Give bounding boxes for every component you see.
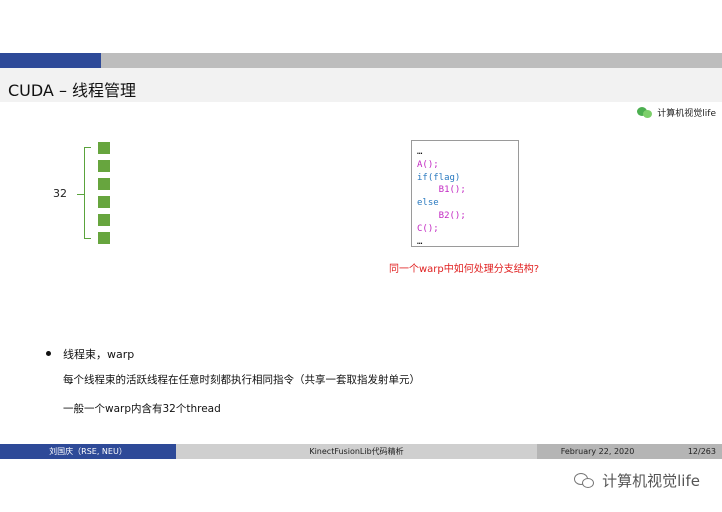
footer-title: KinectFusionLib代码精析 [176, 444, 537, 459]
thread-block [98, 142, 110, 154]
branch-question: 同一个warp中如何处理分支结构? [389, 264, 540, 275]
thread-block [98, 196, 110, 208]
code-line: C(); [417, 223, 439, 234]
brand-logo: 计算机视觉life [637, 106, 716, 119]
footer-date: February 22, 2020 [537, 444, 658, 459]
bullet-detail-1: 每个线程束的活跃线程在任意时刻都执行相同指令（共享一套取指发射单元） [63, 374, 420, 386]
code-line: B2(); [417, 210, 466, 221]
code-line: … [417, 236, 423, 247]
brand-text: 计算机视觉life [657, 109, 716, 119]
watermark-text: 计算机视觉life [602, 472, 700, 490]
code-line: A(); [417, 159, 439, 170]
footer-page-number: 12/263 [658, 444, 722, 459]
slide-title: CUDA – 线程管理 [8, 81, 137, 100]
bullet-dot [46, 351, 51, 356]
watermark: 计算机视觉life [574, 470, 700, 491]
thread-block [98, 160, 110, 172]
slide-footer: 刘国庆（RSE, NEU） KinectFusionLib代码精析 Februa… [0, 444, 722, 459]
code-line: else [417, 198, 439, 209]
warp-size-label: 32 [53, 187, 67, 200]
warp-bracket [84, 147, 91, 239]
code-snippet: … A(); if(flag) B1(); else B2(); C(); … [417, 146, 466, 248]
code-line: … [417, 147, 423, 157]
code-line: B1(); [417, 185, 466, 196]
wechat-icon [637, 106, 653, 119]
thread-block [98, 232, 110, 244]
bullet-main: 线程束，warp [63, 348, 135, 361]
footer-author: 刘国庆（RSE, NEU） [0, 444, 176, 459]
thread-block [98, 178, 110, 190]
bullet-detail-2: 一般一个warp内含有32个thread [63, 403, 221, 415]
top-bar [0, 53, 722, 68]
wechat-watermark-icon [574, 472, 596, 489]
bracket-tick [77, 194, 84, 195]
thread-block [98, 214, 110, 226]
code-line: if(flag) [417, 172, 461, 183]
top-bar-accent [0, 53, 101, 68]
